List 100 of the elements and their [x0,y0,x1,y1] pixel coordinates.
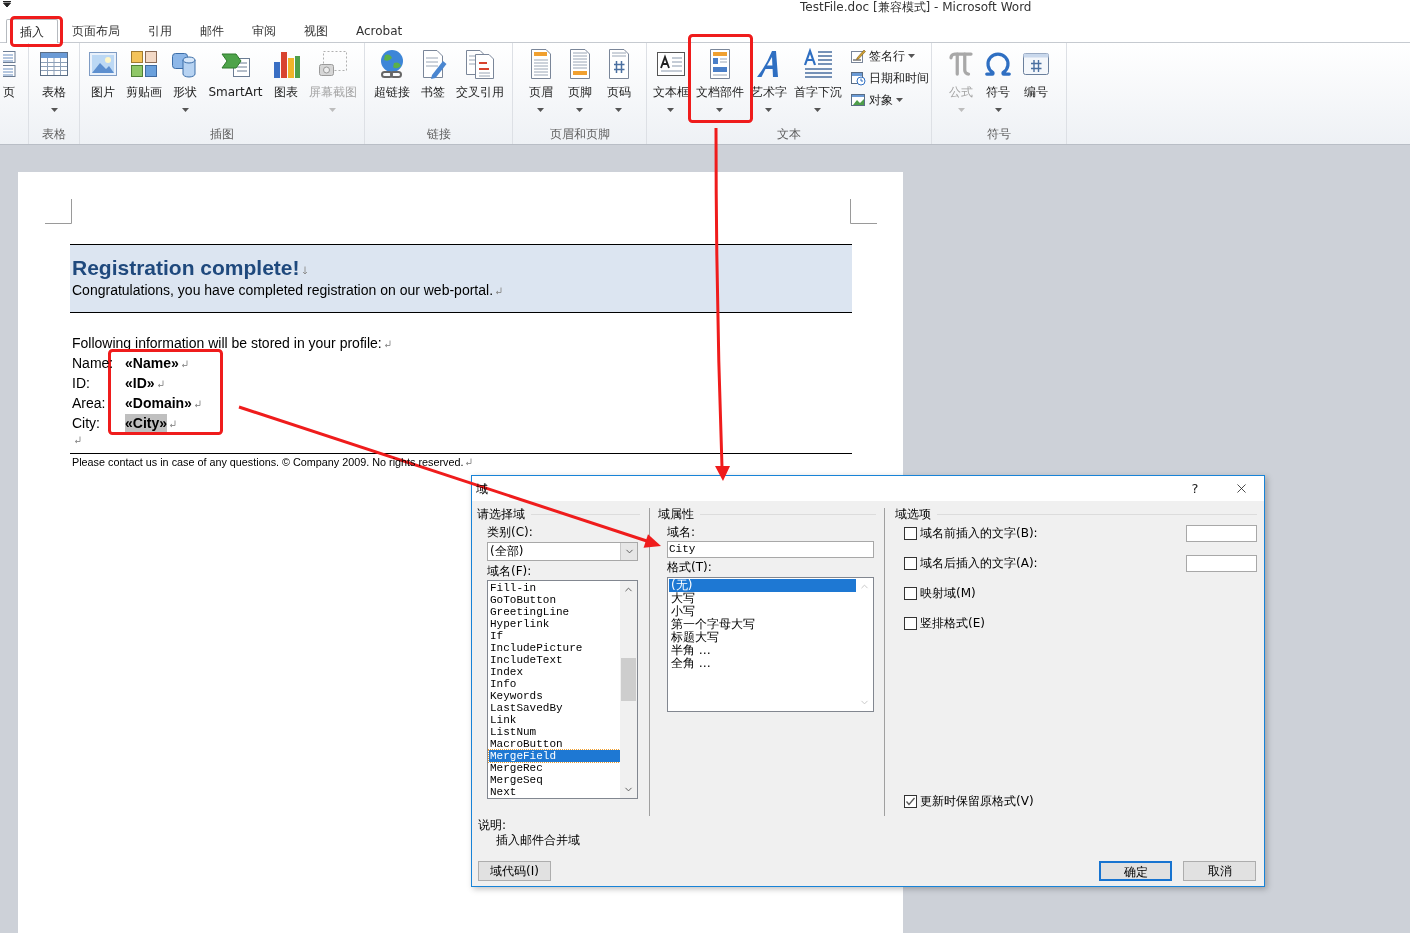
list-item[interactable]: MergeSeq [489,774,620,786]
ribbon-group-label: 文本 [776,126,802,143]
highlight-frame [10,16,63,47]
dialog-button[interactable]: 取消 [1183,861,1256,881]
ribbon-tab[interactable]: 插入 [6,19,58,43]
ribbon-tab[interactable]: 审阅 [238,19,290,42]
scrollbar-thumb[interactable] [621,658,636,701]
list-item[interactable]: Next [489,786,620,798]
checkbox-label[interactable]: 映射域(M) [920,586,976,600]
ribbon-button[interactable]: 文本框 [649,43,692,125]
document-subtitle: Congratulations, you have completed registration on our web-portal. [72,281,494,300]
ribbon-button[interactable]: SmartArt [205,43,266,125]
ribbon-button[interactable]: 页码 [599,43,638,125]
dialog-button[interactable]: 确定 [1099,861,1172,881]
list-item[interactable]: Link [489,714,620,726]
ribbon-button[interactable]: 艺术字 [747,43,790,125]
calendar-clock-icon [849,70,866,86]
object-window-icon [849,92,866,108]
scrollbar[interactable] [620,581,637,798]
merge-field[interactable]: «Domain» [125,394,192,412]
paragraph-mark-icon [156,380,164,388]
list-item[interactable]: MergeRec [489,762,620,774]
line-break-icon [301,266,308,275]
checkbox[interactable] [904,794,917,808]
list-item[interactable]: Hyperlink [489,618,620,630]
paragraph-mark-icon [383,340,391,348]
corner-mark-icon [45,199,72,224]
list-item[interactable]: GreetingLine [489,606,620,618]
list-item[interactable]: IncludeText [489,654,620,666]
checkbox-label[interactable]: 更新时保留原格式(V) [920,794,1034,808]
field-label: City: [72,414,100,433]
ribbon-tab[interactable]: 引用 [134,19,186,42]
list-item[interactable]: 小写 [669,605,856,618]
ribbon-button[interactable]: 超链接 [370,43,413,125]
list-item[interactable]: 全角 … [669,657,856,670]
list-item[interactable]: Keywords [489,690,620,702]
ribbon-button[interactable]: 首字下沉 [790,43,845,125]
corner-mark-icon [850,199,877,224]
group-heading: 请选择域 [477,507,525,521]
paragraph-mark-icon [180,360,188,368]
list-item[interactable]: Index [489,666,620,678]
merge-field[interactable]: «City» [125,414,168,432]
ribbon-small-button[interactable]: 对象 [849,89,929,111]
input-field[interactable] [1186,524,1257,542]
ribbon-button[interactable]: 剪贴画 [123,43,166,125]
ribbon-button[interactable]: 页 [0,43,21,125]
checkbox-label[interactable]: 竖排格式(E) [920,616,985,630]
help-button[interactable]: ? [1172,476,1218,501]
ribbon-tab[interactable]: Acrobat [342,19,417,42]
ribbon-button[interactable]: 形状 [166,43,205,125]
checkbox[interactable] [904,556,917,570]
window-title: TestFile.doc [兼容模式] - Microsoft Word [800,0,1032,15]
ribbon-button[interactable]: 编号 [1017,43,1055,125]
list-item[interactable]: ListNum [489,726,620,738]
ribbon-button[interactable]: 交叉引用 [452,43,507,125]
list-item[interactable]: 大写 [669,592,856,605]
checkbox-label[interactable]: 域名后插入的文字(A): [920,556,1038,570]
checkbox[interactable] [904,616,917,630]
field-name-input[interactable]: City [667,541,874,558]
list-item[interactable]: 第一个字母大写 [669,618,856,631]
list-item[interactable]: LastSavedBy [489,702,620,714]
field-name-list[interactable]: Fill-in GoToButton GreetingLine Hyperlink If IncludePicture IncludeText Index Info Keywords LastSavedBy Link ListNum MacroButton MergeField MergeRec MergeSeq Next [487,580,638,799]
list-item[interactable]: If [489,630,620,642]
merge-field[interactable]: «Name» [125,354,179,372]
ribbon-button[interactable]: 表格 [35,43,73,125]
ribbon-tab[interactable]: 视图 [290,19,342,42]
checkbox[interactable] [904,526,917,540]
ribbon-button[interactable]: 图表 [266,43,305,125]
list-item[interactable]: MacroButton [489,738,620,750]
list-item[interactable]: (无) [669,579,856,592]
list-item[interactable]: 标题大写 [669,631,856,644]
ribbon-group-label: 表格 [41,126,67,143]
quick-access-dropdown-icon[interactable] [3,0,11,8]
list-item[interactable]: 半角 … [669,644,856,657]
ribbon-button[interactable]: 页眉 [521,43,560,125]
checkbox[interactable] [904,586,917,600]
list-item[interactable]: IncludePicture [489,642,620,654]
ribbon-button[interactable]: 书签 [413,43,452,125]
signature-pen-icon [849,48,866,64]
ribbon-small-button[interactable]: 签名行 [849,45,929,67]
drop-cap-icon [801,47,834,80]
input-field[interactable] [1186,554,1257,572]
ribbon-button[interactable]: 图片 [84,43,123,125]
list-item[interactable]: Info [489,678,620,690]
ribbon-group-label: 页眉和页脚 [548,126,611,143]
list-item[interactable]: Fill-in [489,582,620,594]
field-codes-button[interactable]: 域代码(I) [478,861,551,881]
ribbon-button[interactable]: 符号 [980,43,1016,125]
ribbon-small-button[interactable]: 日期和时间 [849,67,929,89]
checkbox-label[interactable]: 域名前插入的文字(B): [920,526,1038,540]
ribbon-button[interactable]: 页脚 [560,43,599,125]
ribbon-tab[interactable]: 页面布局 [58,19,134,42]
list-item[interactable]: MergeField [489,750,620,762]
format-list[interactable]: (无) 大写 小写 第一个字母大写 标题大写 半角 … 全角 … [667,577,874,712]
ribbon-button[interactable]: 文档部件 [692,43,747,125]
ribbon-tab[interactable]: 邮件 [186,19,238,42]
description-label: 说明: [478,818,507,832]
category-select[interactable]: (全部) [487,542,638,561]
list-item[interactable]: GoToButton [489,594,620,606]
merge-field[interactable]: «ID» [125,374,155,392]
